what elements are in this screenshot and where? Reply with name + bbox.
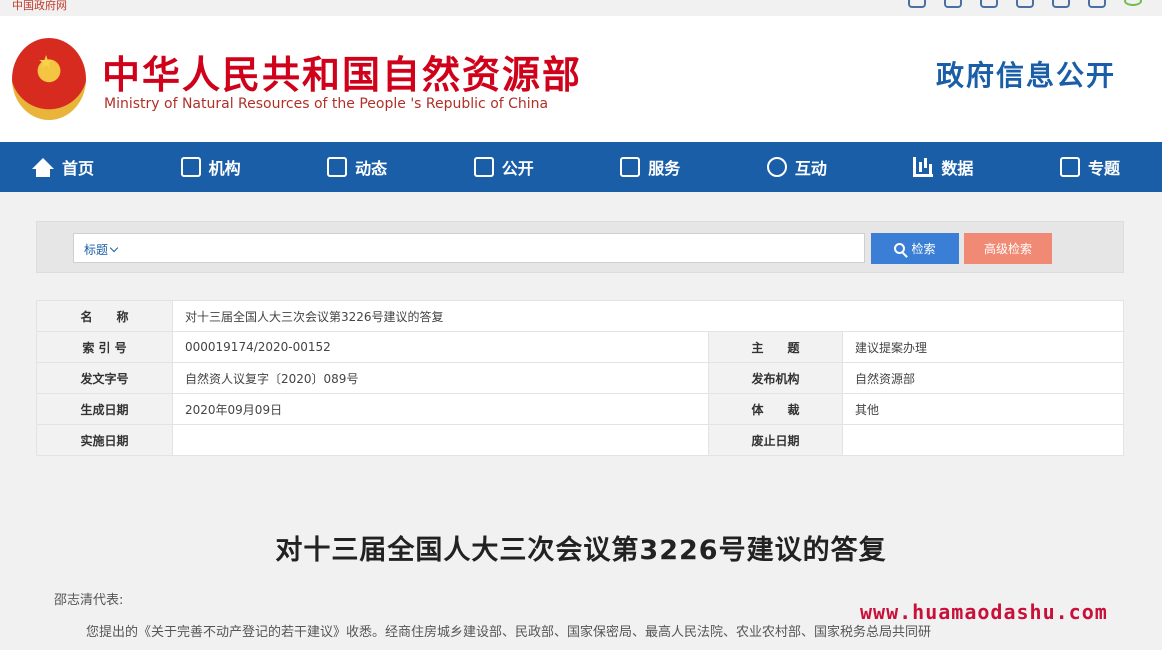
- date-label: 生成日期: [36, 393, 173, 425]
- watermark-text: www.huamaodashu.com: [860, 600, 1108, 624]
- advanced-search-button[interactable]: 高级检索: [964, 233, 1052, 264]
- accessibility-icon[interactable]: [980, 0, 998, 8]
- nav-label: 专题: [1087, 159, 1120, 178]
- nav-item-service[interactable]: 服务: [620, 155, 680, 179]
- search-button[interactable]: 检索: [871, 233, 959, 264]
- weibo-icon[interactable]: [1088, 0, 1106, 8]
- nav-label: 动态: [355, 159, 388, 178]
- expiry-date-label: 废止日期: [708, 424, 843, 456]
- mail-icon[interactable]: [908, 0, 926, 8]
- effective-date-label: 实施日期: [36, 424, 173, 456]
- subject-label: 主 题: [708, 331, 843, 363]
- national-emblem-logo[interactable]: ★: [12, 38, 86, 120]
- nav-item-public[interactable]: 公开: [473, 155, 534, 179]
- search-type-dropdown[interactable]: 标题: [84, 241, 119, 258]
- name-label: 名 称: [36, 300, 173, 332]
- star-icon: ★: [38, 52, 55, 73]
- news-icon: [327, 157, 348, 177]
- nav-label: 互动: [794, 159, 827, 178]
- elder-mode-icon[interactable]: [1016, 0, 1034, 8]
- site-title[interactable]: 中华人民共和国自然资源部: [102, 44, 582, 99]
- expiry-date-value: [842, 424, 1124, 456]
- index-value: 000019174/2020-00152: [172, 331, 709, 363]
- site-subtitle: Ministry of Natural Resources of the Peo…: [104, 96, 549, 112]
- chat-icon: [766, 157, 787, 177]
- gov-net-link[interactable]: 中国政府网: [12, 0, 67, 13]
- publisher-value: 自然资源部: [842, 362, 1124, 394]
- table-row: 名 称 对十三届全国人大三次会议第3226号建议的答复: [36, 300, 1124, 332]
- document-body-text: 您提出的《关于完善不动产登记的若干建议》收悉。经商住房城乡建设部、民政部、国家保…: [86, 625, 932, 640]
- gov-info-heading[interactable]: 政府信息公开: [936, 54, 1116, 94]
- search-input[interactable]: 标题: [73, 233, 865, 263]
- search-type-label: 标题: [84, 243, 109, 257]
- nav-label: 数据: [941, 159, 974, 178]
- genre-label: 体 裁: [708, 393, 843, 425]
- service-icon: [620, 157, 641, 177]
- chevron-down-icon: [109, 243, 119, 253]
- nav-label: 机构: [208, 159, 241, 178]
- nav-item-interaction[interactable]: 互动: [766, 155, 827, 179]
- site-header: ★ 中华人民共和国自然资源部 Ministry of Natural Resou…: [0, 16, 1162, 142]
- nav-item-data[interactable]: 数据: [913, 155, 973, 179]
- top-icons: [908, 0, 1142, 8]
- index-label: 索 引 号: [36, 331, 173, 363]
- document-salutation: 邵志清代表:: [54, 593, 124, 608]
- nav-label: 公开: [501, 159, 534, 178]
- nav-label: 首页: [62, 159, 95, 178]
- nav-label: 服务: [648, 159, 681, 178]
- main-nav: 首页 机构 动态 公开 服务 互动 数据 专题: [0, 142, 1162, 192]
- mobile-icon[interactable]: [1052, 0, 1070, 8]
- nav-item-topic[interactable]: 专题: [1059, 155, 1120, 179]
- organization-icon: [180, 157, 201, 177]
- genre-value: 其他: [842, 393, 1124, 425]
- top-bar: 中国政府网: [0, 0, 1162, 16]
- search-icon: [894, 243, 906, 254]
- publisher-label: 发布机构: [708, 362, 843, 394]
- document-title: 对十三届全国人大三次会议第3226号建议的答复: [275, 535, 887, 566]
- topic-icon: [1059, 157, 1080, 177]
- effective-date-value: [172, 424, 709, 456]
- monitor-icon: [473, 157, 494, 177]
- table-row: 发文字号 自然资人议复字〔2020〕089号 发布机构 自然资源部: [36, 362, 1124, 394]
- doc-number-value: 自然资人议复字〔2020〕089号: [172, 362, 709, 394]
- nav-item-organization[interactable]: 机构: [180, 155, 241, 179]
- search-button-label: 检索: [911, 242, 936, 256]
- subject-value: 建议提案办理: [842, 331, 1124, 363]
- table-row: 实施日期 废止日期: [36, 424, 1124, 456]
- search-panel: 标题 检索 高级检索: [36, 221, 1124, 273]
- nav-item-home[interactable]: 首页: [32, 155, 94, 179]
- nav-item-news[interactable]: 动态: [327, 155, 387, 179]
- doc-number-label: 发文字号: [36, 362, 173, 394]
- wechat-icon[interactable]: [1124, 0, 1142, 6]
- date-value: 2020年09月09日: [172, 393, 709, 425]
- table-row: 生成日期 2020年09月09日 体 裁 其他: [36, 393, 1124, 425]
- home-icon: [32, 157, 54, 177]
- chart-icon: [913, 157, 934, 177]
- document-info-table: 名 称 对十三届全国人大三次会议第3226号建议的答复 索 引 号 000019…: [36, 300, 1124, 456]
- message-icon[interactable]: [944, 0, 962, 8]
- table-row: 索 引 号 000019174/2020-00152 主 题 建议提案办理: [36, 331, 1124, 363]
- name-value: 对十三届全国人大三次会议第3226号建议的答复: [172, 300, 1124, 332]
